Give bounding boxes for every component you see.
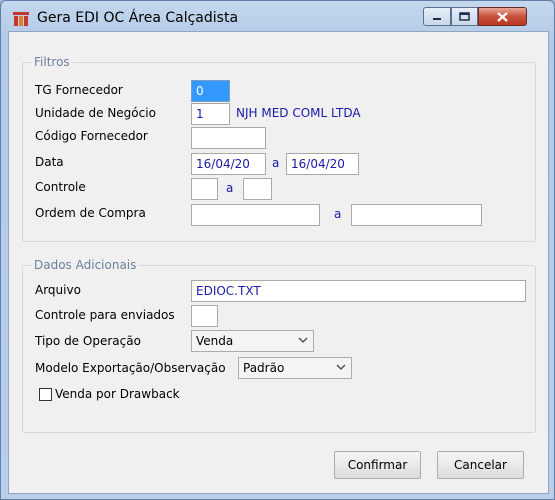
codigo-fornecedor-input[interactable] (191, 127, 266, 149)
modelo-exportacao-value: Padrão (243, 361, 285, 375)
venda-drawback-label: Venda por Drawback (55, 387, 180, 401)
minimize-icon (433, 17, 441, 20)
data-label: Data (35, 155, 64, 169)
controle-enviados-label: Controle para enviados (35, 308, 175, 322)
confirmar-button[interactable]: Confirmar (334, 451, 421, 479)
tipo-operacao-select[interactable]: Venda (191, 330, 314, 352)
ordem-compra-from-input[interactable] (191, 204, 320, 226)
filtros-legend: Filtros (31, 55, 73, 69)
window: Gera EDI OC Área Calçadista Filtros TG F… (0, 0, 555, 500)
dados-adicionais-group: Dados Adicionais Arquivo EDIOC.TXT Contr… (22, 258, 536, 433)
maximize-button[interactable] (451, 7, 478, 26)
unidade-negocio-input[interactable]: 1 (191, 103, 230, 125)
venda-drawback-checkbox[interactable]: Venda por Drawback (39, 387, 180, 401)
tipo-operacao-label: Tipo de Operação (35, 334, 141, 348)
data-to-input[interactable]: 16/04/20 (286, 153, 359, 175)
checkbox-box[interactable] (39, 387, 52, 401)
tipo-operacao-value: Venda (196, 334, 234, 348)
app-logo-icon (13, 12, 29, 26)
maximize-icon (459, 12, 470, 21)
tg-fornecedor-label: TG Fornecedor (35, 83, 123, 97)
controle-to-input[interactable] (243, 178, 272, 200)
cancelar-button[interactable]: Cancelar (437, 451, 524, 479)
arquivo-label: Arquivo (35, 283, 81, 297)
close-icon (497, 11, 508, 22)
chevron-down-icon (298, 337, 308, 343)
data-from-input[interactable]: 16/04/20 (191, 153, 266, 175)
tg-fornecedor-input[interactable]: 0 (191, 80, 230, 102)
title-bar[interactable]: Gera EDI OC Área Calçadista (1, 1, 554, 31)
data-separator: a (272, 156, 280, 170)
close-button[interactable] (478, 7, 527, 26)
minimize-button[interactable] (423, 7, 451, 26)
filtros-group: Filtros TG Fornecedor 0 Unidade de Negóc… (22, 55, 536, 242)
dados-adicionais-legend: Dados Adicionais (31, 258, 140, 272)
codigo-fornecedor-label: Código Fornecedor (35, 129, 148, 143)
controle-separator: a (226, 181, 234, 195)
ordem-compra-separator: a (334, 207, 342, 221)
controle-from-input[interactable] (191, 178, 218, 200)
chevron-down-icon (336, 364, 346, 370)
controle-enviados-input[interactable] (191, 305, 218, 327)
unidade-negocio-description: NJH MED COML LTDA (236, 106, 361, 120)
ordem-compra-label: Ordem de Compra (35, 206, 146, 220)
modelo-exportacao-label: Modelo Exportação/Observação (35, 361, 226, 375)
unidade-negocio-label: Unidade de Negócio (35, 106, 156, 120)
modelo-exportacao-select[interactable]: Padrão (238, 357, 352, 379)
window-title: Gera EDI OC Área Calçadista (37, 10, 239, 26)
arquivo-input[interactable]: EDIOC.TXT (191, 280, 526, 302)
controle-label: Controle (35, 180, 86, 194)
dialog-body: Filtros TG Fornecedor 0 Unidade de Negóc… (8, 31, 549, 494)
ordem-compra-to-input[interactable] (351, 204, 482, 226)
